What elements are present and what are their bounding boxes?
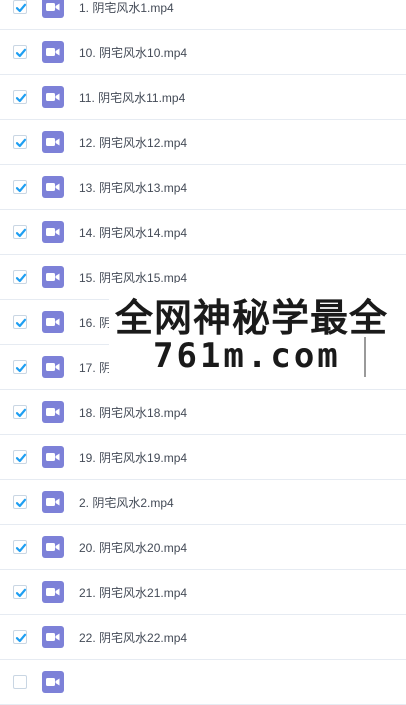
video-file-icon: [42, 536, 64, 558]
watermark-url: 761m.com: [153, 336, 341, 376]
video-file-icon: [42, 41, 64, 63]
file-name[interactable]: 1. 阴宅风水1.mp4: [79, 0, 174, 16]
checkbox-checked-icon[interactable]: [13, 585, 27, 599]
video-file-icon: [42, 581, 64, 603]
file-name[interactable]: 22. 阴宅风水22.mp4: [79, 629, 187, 646]
file-row[interactable]: 11. 阴宅风水11.mp4: [0, 75, 406, 120]
watermark-overlay: 全网神秘学最全 761m.com: [109, 283, 406, 383]
checkbox-checked-icon[interactable]: [13, 180, 27, 194]
video-file-icon: [42, 0, 64, 18]
checkbox-checked-icon[interactable]: [13, 495, 27, 509]
checkbox-checked-icon[interactable]: [13, 315, 27, 329]
text-cursor: [364, 337, 366, 377]
video-file-icon: [42, 671, 64, 693]
file-row[interactable]: 14. 阴宅风水14.mp4: [0, 210, 406, 255]
video-file-icon: [42, 221, 64, 243]
checkbox-checked-icon[interactable]: [13, 540, 27, 554]
file-row[interactable]: [0, 660, 406, 705]
checkbox-checked-icon[interactable]: [13, 675, 27, 689]
video-file-icon: [42, 311, 64, 333]
file-name[interactable]: 20. 阴宅风水20.mp4: [79, 539, 187, 556]
file-row[interactable]: 2. 阴宅风水2.mp4: [0, 480, 406, 525]
video-file-icon: [42, 446, 64, 468]
video-file-icon: [42, 266, 64, 288]
video-file-icon: [42, 401, 64, 423]
video-file-icon: [42, 491, 64, 513]
checkbox-checked-icon[interactable]: [13, 0, 27, 14]
file-name[interactable]: 11. 阴宅风水11.mp4: [79, 89, 185, 106]
video-file-icon: [42, 131, 64, 153]
file-row[interactable]: 13. 阴宅风水13.mp4: [0, 165, 406, 210]
file-row[interactable]: 20. 阴宅风水20.mp4: [0, 525, 406, 570]
file-row[interactable]: 1. 阴宅风水1.mp4: [0, 0, 406, 30]
file-name[interactable]: 13. 阴宅风水13.mp4: [79, 179, 187, 196]
video-file-icon: [42, 176, 64, 198]
file-name[interactable]: 12. 阴宅风水12.mp4: [79, 134, 187, 151]
watermark-title: 全网神秘学最全: [115, 296, 389, 340]
video-file-icon: [42, 626, 64, 648]
video-file-icon: [42, 86, 64, 108]
checkbox-checked-icon[interactable]: [13, 360, 27, 374]
file-name[interactable]: 18. 阴宅风水18.mp4: [79, 404, 187, 421]
file-row[interactable]: 10. 阴宅风水10.mp4: [0, 30, 406, 75]
file-name[interactable]: 19. 阴宅风水19.mp4: [79, 449, 187, 466]
checkbox-checked-icon[interactable]: [13, 630, 27, 644]
file-row[interactable]: 21. 阴宅风水21.mp4: [0, 570, 406, 615]
file-name[interactable]: 10. 阴宅风水10.mp4: [79, 44, 187, 61]
checkbox-checked-icon[interactable]: [13, 270, 27, 284]
file-name[interactable]: 2. 阴宅风水2.mp4: [79, 494, 174, 511]
checkbox-checked-icon[interactable]: [13, 45, 27, 59]
file-row[interactable]: 18. 阴宅风水18.mp4: [0, 390, 406, 435]
checkbox-checked-icon[interactable]: [13, 90, 27, 104]
file-name[interactable]: 14. 阴宅风水14.mp4: [79, 224, 187, 241]
file-name[interactable]: 21. 阴宅风水21.mp4: [79, 584, 187, 601]
checkbox-checked-icon[interactable]: [13, 225, 27, 239]
checkbox-checked-icon[interactable]: [13, 450, 27, 464]
file-row[interactable]: 19. 阴宅风水19.mp4: [0, 435, 406, 480]
file-row[interactable]: 12. 阴宅风水12.mp4: [0, 120, 406, 165]
file-row[interactable]: 22. 阴宅风水22.mp4: [0, 615, 406, 660]
video-file-icon: [42, 356, 64, 378]
checkbox-checked-icon[interactable]: [13, 135, 27, 149]
checkbox-checked-icon[interactable]: [13, 405, 27, 419]
